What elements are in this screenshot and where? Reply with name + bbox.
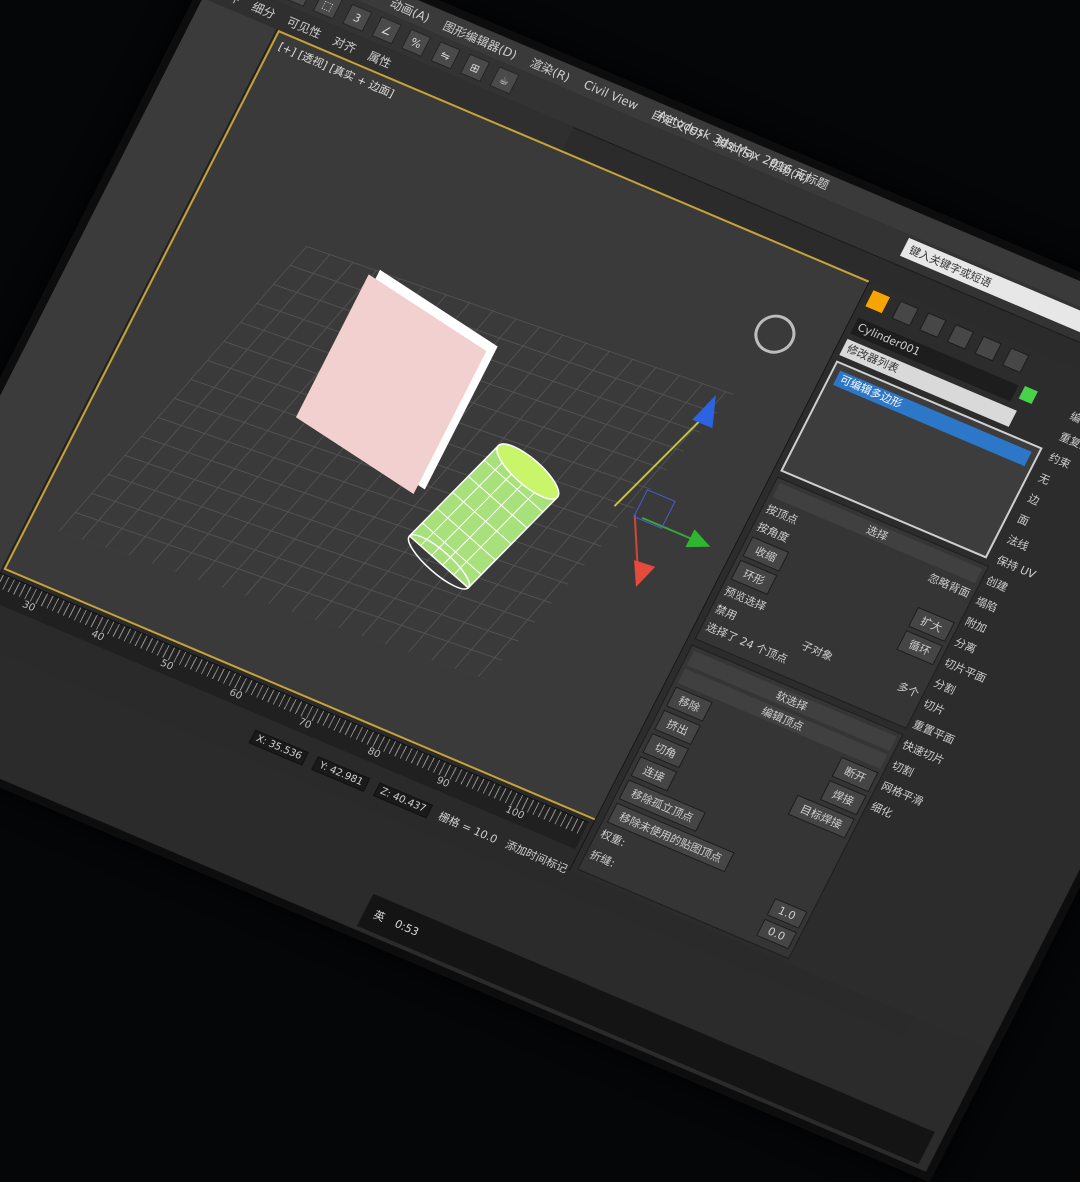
monitor-screen: 顶点 循环 细分 填充 动画(A) 图形编辑器(D) 渲染(R) Civil V… [0,0,1080,1182]
ribbon-item[interactable]: 属性 [365,47,395,72]
add-time-tag[interactable]: 添加时间标记 [502,836,570,876]
x-coord-field[interactable]: X: 35.536 [248,729,310,766]
ribbon-item[interactable]: 对齐 [330,32,360,57]
snap-icon[interactable]: 3 [342,3,373,32]
object-color-swatch[interactable] [1018,385,1038,404]
modify-tab-icon[interactable] [891,300,920,327]
percent-snap-icon[interactable]: % [401,28,432,57]
viewcube-icon[interactable] [747,308,803,360]
display-tab-icon[interactable] [974,335,1002,362]
create-tab-icon[interactable] [863,288,892,315]
ime-indicator[interactable]: 英 [371,907,388,926]
grid-size: 栅格 = 10.0 [436,809,500,846]
clock: 0:53 [392,916,422,939]
scale-icon[interactable]: ⬚ [312,0,343,20]
z-coord-field[interactable]: Z: 40.437 [372,781,434,819]
render-icon[interactable]: ☕ [489,66,520,95]
utilities-tab-icon[interactable] [1001,347,1030,374]
y-coord-field[interactable]: Y: 42.981 [311,755,371,792]
angle-snap-icon[interactable]: ∠ [371,16,402,45]
mirror-icon[interactable]: ⇋ [430,41,461,70]
motion-tab-icon[interactable] [946,324,975,350]
hierarchy-tab-icon[interactable] [919,312,947,338]
align-icon[interactable]: ⊞ [459,53,491,82]
